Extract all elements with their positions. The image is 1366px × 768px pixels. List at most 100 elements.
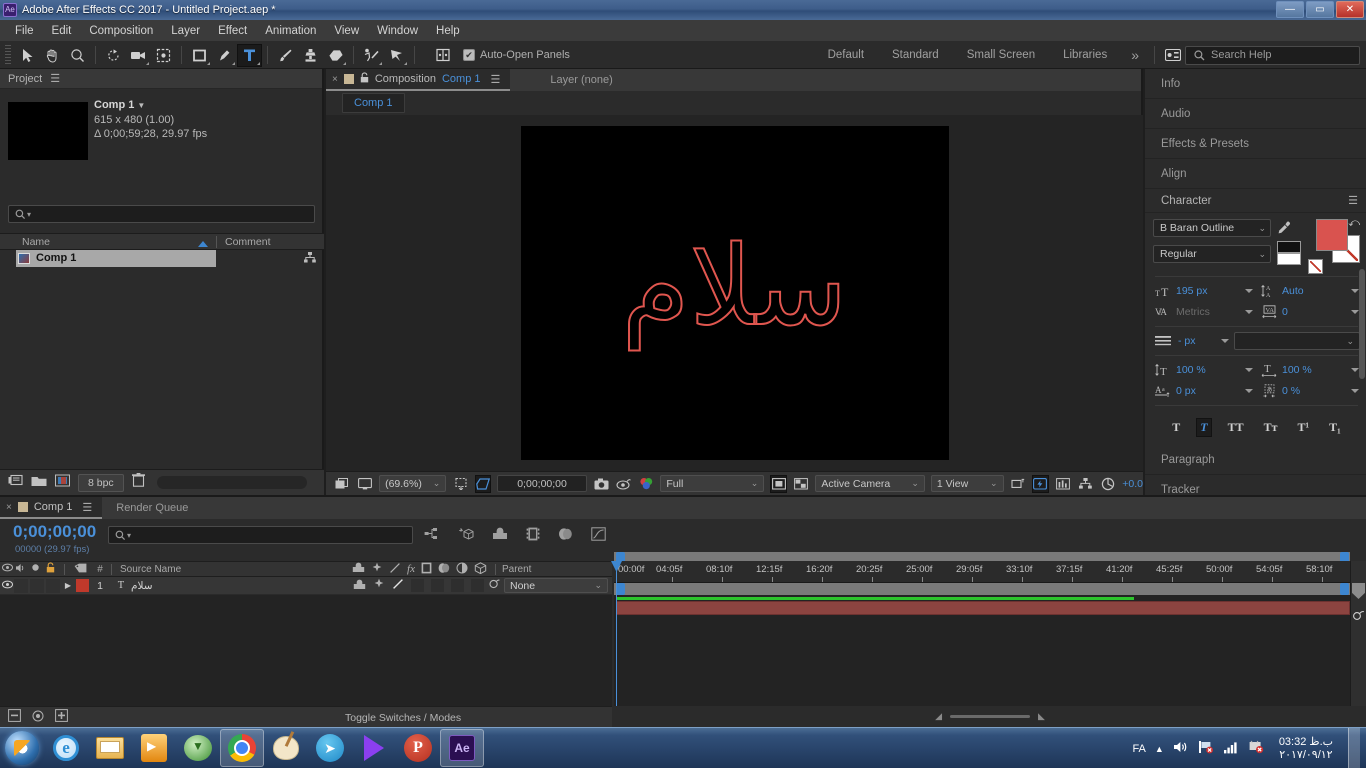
type-tool[interactable] bbox=[237, 43, 262, 67]
subtab-comp1[interactable]: Comp 1 bbox=[342, 93, 405, 113]
toggle-switches-modes-button[interactable]: Toggle Switches / Modes bbox=[345, 712, 461, 724]
stroke-type-select[interactable]: ⌄ bbox=[1234, 332, 1360, 350]
close-icon[interactable]: × bbox=[6, 502, 12, 513]
caret-down-icon[interactable] bbox=[1351, 368, 1359, 372]
workspace-panels-icon[interactable] bbox=[430, 44, 455, 67]
transparency-grid-icon[interactable] bbox=[793, 475, 810, 493]
auto-open-panels-toggle[interactable]: ✔ Auto-Open Panels bbox=[463, 49, 570, 61]
toggle-proportional-grid-icon[interactable] bbox=[474, 474, 492, 493]
snapshot-camera-icon[interactable] bbox=[593, 475, 610, 493]
timeline-search-input[interactable]: ▾ bbox=[108, 526, 413, 544]
always-preview-icon[interactable] bbox=[334, 475, 351, 493]
panel-menu-icon[interactable]: ☰ bbox=[491, 73, 501, 86]
maximize-button[interactable]: ▭ bbox=[1306, 1, 1334, 18]
brush-tool[interactable] bbox=[273, 44, 298, 67]
timeline-zoom-in-icon[interactable] bbox=[55, 709, 68, 725]
hand-tool[interactable] bbox=[40, 44, 65, 67]
taskbar-clock[interactable]: 03:32 ب.ظ ۲۰۱۷/۰۹/۱۲ bbox=[1273, 736, 1339, 762]
hide-shy-layers-icon[interactable] bbox=[492, 527, 508, 547]
taskbar-idm[interactable] bbox=[176, 729, 220, 767]
menu-window[interactable]: Window bbox=[368, 22, 427, 40]
show-desktop-button[interactable] bbox=[1348, 728, 1360, 768]
taskbar-chrome[interactable] bbox=[220, 729, 264, 767]
panel-paragraph[interactable]: Paragraph bbox=[1145, 445, 1366, 475]
zoom-tool[interactable] bbox=[65, 44, 90, 67]
auto-open-checkbox[interactable]: ✔ bbox=[463, 49, 475, 61]
layer-collapse-switch[interactable] bbox=[373, 578, 385, 593]
camera-view-select[interactable]: Active Camera ⌄ bbox=[815, 475, 925, 492]
panel-audio[interactable]: Audio bbox=[1145, 99, 1366, 129]
volume-icon[interactable] bbox=[1173, 740, 1189, 757]
project-comp-name[interactable]: Comp 1 ▼ bbox=[94, 98, 207, 113]
taskbar-kmplayer[interactable] bbox=[352, 729, 396, 767]
chevron-down-icon[interactable]: ▼ bbox=[137, 101, 145, 110]
layer-expand-arrow[interactable]: ▶ bbox=[60, 581, 76, 590]
white-swatch[interactable] bbox=[1277, 253, 1301, 265]
network-icon[interactable] bbox=[1198, 740, 1214, 757]
caret-down-icon[interactable] bbox=[1245, 310, 1253, 314]
column-header-comment[interactable]: Comment bbox=[216, 235, 271, 248]
resolution-select[interactable]: Full ⌄ bbox=[660, 475, 765, 492]
layer-source-name[interactable]: سلام bbox=[131, 580, 153, 592]
menu-help[interactable]: Help bbox=[427, 22, 469, 40]
collapse-transformations-icon[interactable] bbox=[371, 562, 383, 577]
draft-3d-icon[interactable] bbox=[458, 527, 474, 547]
show-snapshot-icon[interactable] bbox=[615, 475, 632, 493]
label-column-icon[interactable] bbox=[71, 563, 89, 576]
timeline-comp-flowchart-icon[interactable] bbox=[31, 710, 45, 725]
layer-pickwhip-right-icon[interactable] bbox=[1352, 608, 1365, 624]
frame-blending-switch-icon[interactable] bbox=[421, 562, 432, 577]
layer-label-color[interactable] bbox=[76, 579, 89, 592]
taskbar-internet-explorer[interactable]: e bbox=[44, 729, 88, 767]
faux-italic-button[interactable]: T bbox=[1196, 418, 1212, 437]
caret-down-icon[interactable] bbox=[1245, 368, 1253, 372]
new-folder-icon[interactable] bbox=[31, 474, 47, 492]
show-hidden-icons-button[interactable]: ▲ bbox=[1155, 744, 1164, 754]
menu-view[interactable]: View bbox=[325, 22, 368, 40]
solo-column-icon[interactable] bbox=[28, 563, 42, 575]
search-help-box[interactable]: Search Help bbox=[1185, 45, 1360, 65]
small-caps-button[interactable]: Tт bbox=[1260, 418, 1282, 437]
duration-start-handle[interactable] bbox=[616, 583, 625, 595]
timeline-graph-icon[interactable] bbox=[1055, 475, 1072, 493]
zoom-in-large-icon[interactable]: ◣ bbox=[1038, 711, 1045, 722]
tsume-field[interactable]: あ 0 % bbox=[1259, 382, 1359, 400]
panel-menu-icon[interactable]: ☰ bbox=[82, 501, 92, 514]
layer-tab-label[interactable]: Layer (none) bbox=[550, 74, 612, 86]
timeline-work-area-bar[interactable] bbox=[614, 552, 1350, 561]
no-fill-icon[interactable] bbox=[1308, 259, 1323, 274]
caret-down-icon[interactable] bbox=[1351, 289, 1359, 293]
layer-solo-toggle[interactable] bbox=[30, 578, 44, 593]
menu-file[interactable]: File bbox=[6, 22, 43, 40]
audio-column-icon[interactable] bbox=[14, 563, 28, 576]
caret-down-icon[interactable] bbox=[1221, 339, 1229, 343]
composition-canvas[interactable]: سلام bbox=[520, 126, 949, 460]
pen-tool[interactable] bbox=[212, 44, 237, 67]
timeline-current-time[interactable]: 0;00;00;00 bbox=[13, 522, 96, 542]
panel-info[interactable]: Info bbox=[1145, 69, 1366, 99]
caret-down-icon[interactable] bbox=[1245, 289, 1253, 293]
layer-shy-switch[interactable] bbox=[353, 579, 366, 593]
search-dropdown-caret[interactable]: ▾ bbox=[127, 531, 131, 540]
menu-animation[interactable]: Animation bbox=[256, 22, 325, 40]
zoom-level-select[interactable]: (69.6%) ⌄ bbox=[379, 475, 447, 492]
tab-timeline-comp1[interactable]: × Comp 1 ☰ bbox=[0, 497, 103, 519]
workspace-settings-icon[interactable] bbox=[1160, 44, 1185, 67]
layer-effects-switch[interactable] bbox=[411, 579, 424, 592]
layer-3d-switch[interactable] bbox=[471, 579, 484, 592]
taskbar-file-explorer[interactable] bbox=[88, 729, 132, 767]
font-family-select[interactable]: B Baran Outline ⌄ bbox=[1153, 219, 1271, 237]
main-viewer-icon[interactable] bbox=[357, 475, 374, 493]
layer-audio-toggle[interactable] bbox=[14, 578, 28, 593]
vertical-scale-field[interactable]: T 100 % bbox=[1153, 361, 1253, 379]
flowchart-icon[interactable] bbox=[304, 252, 316, 266]
workspace-small-screen[interactable]: Small Screen bbox=[953, 45, 1049, 65]
toggle-mask-paths-icon[interactable] bbox=[452, 475, 469, 493]
signal-strength-icon[interactable] bbox=[1223, 740, 1239, 757]
shape-tool[interactable] bbox=[187, 44, 212, 67]
graph-editor-icon[interactable] bbox=[591, 527, 606, 547]
enable-frame-blending-icon[interactable] bbox=[526, 527, 540, 547]
layer-frame-blend-switch[interactable] bbox=[431, 579, 444, 592]
workspace-overflow-button[interactable]: » bbox=[1121, 43, 1149, 67]
enable-motion-blur-icon[interactable] bbox=[558, 527, 573, 547]
